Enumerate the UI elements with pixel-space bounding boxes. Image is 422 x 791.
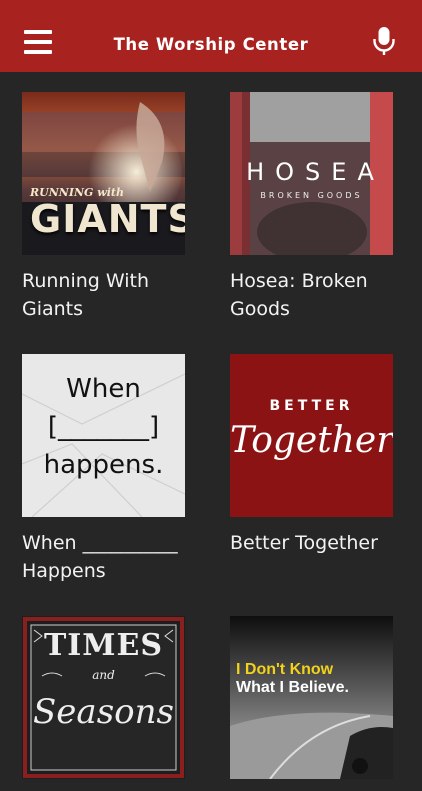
artwork-line-1: When [66, 374, 141, 404]
artwork-line-3: happens. [43, 450, 164, 480]
artwork-line-2: [_______] [47, 412, 160, 442]
series-card-when-happens[interactable]: When [_______] happens. When __________ … [22, 354, 186, 585]
series-card-i-dont-know[interactable]: I Don't Know What I Believe. [230, 616, 394, 791]
series-artwork[interactable]: TIMES and Seasons [22, 616, 185, 779]
artwork-text-main: Seasons [33, 692, 174, 732]
series-artwork[interactable]: I Don't Know What I Believe. [230, 616, 393, 779]
artwork-text-main: GIANTS [30, 197, 185, 241]
series-artwork[interactable]: When [_______] happens. [22, 354, 185, 517]
artwork-text-mid: and [92, 668, 115, 682]
series-card-better-together[interactable]: BETTER Together Better Together [230, 354, 394, 557]
series-title[interactable]: Hosea: Broken Goods [230, 267, 405, 323]
artwork-line-2: What I Believe. [236, 679, 349, 696]
artwork-text-top: BETTER [269, 398, 354, 414]
artwork-text-main: Together [230, 420, 393, 461]
artwork-text-sub: BROKEN GOODS [260, 191, 363, 200]
microphone-icon[interactable] [372, 27, 396, 57]
artwork-line-1: I Don't Know [236, 661, 334, 678]
series-title[interactable]: Better Together [230, 529, 405, 557]
series-artwork[interactable]: BETTER Together [230, 354, 393, 517]
top-app-bar: The Worship Center [0, 0, 422, 72]
series-card-running-with-giants[interactable]: RUNNING with GIANTS Running With Giants [22, 92, 186, 323]
artwork-text-top: TIMES [43, 628, 164, 663]
app-title: The Worship Center [113, 35, 309, 54]
series-artwork[interactable]: RUNNING with GIANTS [22, 92, 185, 255]
series-artwork[interactable]: HOSEA BROKEN GOODS [230, 92, 393, 255]
series-title[interactable]: When __________ Happens [22, 529, 197, 585]
series-card-hosea[interactable]: HOSEA BROKEN GOODS Hosea: Broken Goods [230, 92, 394, 323]
series-card-times-and-seasons[interactable]: TIMES and Seasons [22, 616, 186, 791]
artwork-text-main: HOSEA [246, 158, 385, 186]
series-title[interactable]: Running With Giants [22, 267, 197, 323]
